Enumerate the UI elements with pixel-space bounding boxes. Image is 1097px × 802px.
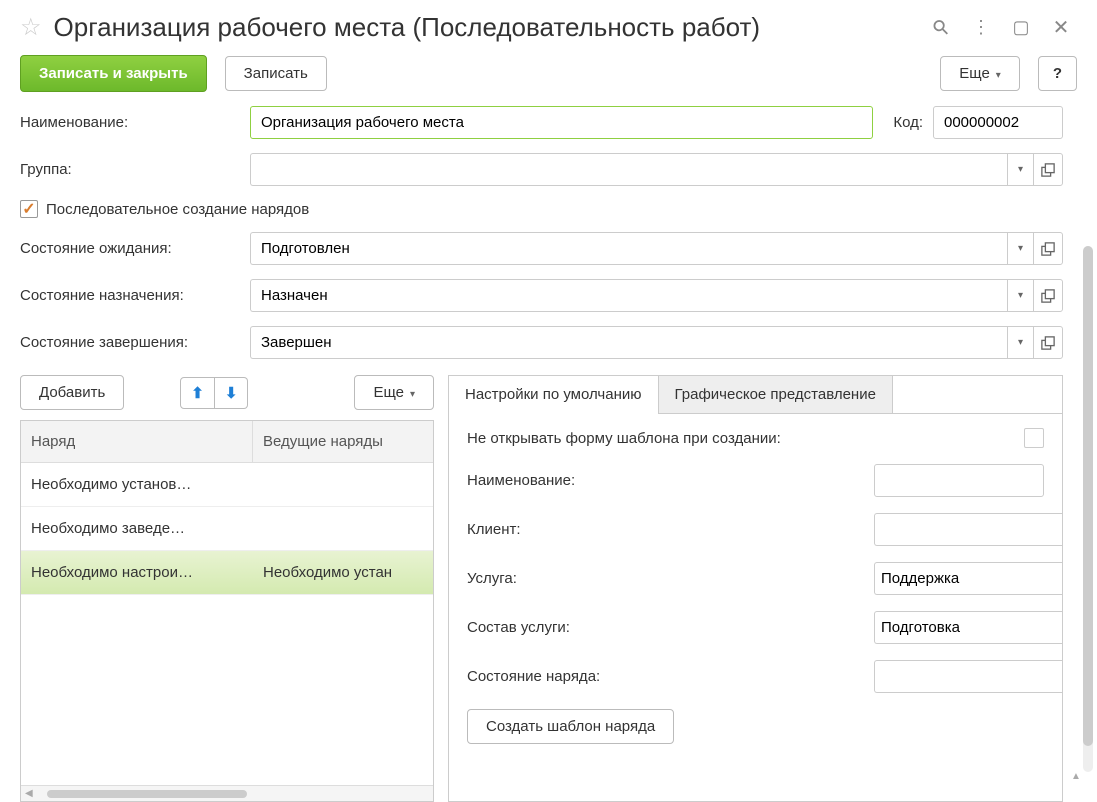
name-label: Наименование:: [20, 114, 240, 131]
group-open-icon[interactable]: [1033, 153, 1063, 186]
favorite-star-icon[interactable]: ☆: [20, 13, 42, 42]
complete-state-open-icon[interactable]: [1033, 326, 1063, 359]
save-button[interactable]: Записать: [225, 56, 327, 91]
r-service-comp-label: Состав услуги:: [467, 619, 657, 636]
left-more-button[interactable]: Еще ▾: [354, 375, 434, 410]
wait-state-label: Состояние ожидания:: [20, 240, 240, 257]
dont-open-checkbox[interactable]: [1024, 428, 1044, 448]
create-template-button[interactable]: Создать шаблон наряда: [467, 709, 674, 744]
add-button[interactable]: Добавить: [20, 375, 124, 410]
arrow-up-icon: ⬆: [191, 385, 204, 402]
sidebar-up-icon[interactable]: ▲: [1071, 771, 1081, 782]
left-more-label: Еще: [373, 384, 404, 401]
table-col-order[interactable]: Наряд: [21, 421, 253, 462]
window-title: Организация рабочего места (Последовател…: [54, 12, 919, 43]
scroll-thumb[interactable]: [47, 790, 247, 798]
complete-state-dropdown-icon[interactable]: ▾: [1007, 326, 1033, 359]
r-client-label: Клиент:: [467, 521, 657, 538]
arrow-down-icon: ⬇: [225, 385, 238, 402]
assign-state-label: Состояние назначения:: [20, 287, 240, 304]
name-input[interactable]: [250, 106, 873, 139]
complete-state-label: Состояние завершения:: [20, 334, 240, 351]
kebab-menu-icon[interactable]: ⋮: [971, 17, 991, 38]
tab-graphic[interactable]: Графическое представление: [658, 376, 893, 413]
complete-state-input[interactable]: [250, 326, 1007, 359]
r-name-label: Наименование:: [467, 472, 657, 489]
dont-open-label: Не открывать форму шаблона при создании:: [467, 430, 1008, 447]
r-order-state-label: Состояние наряда:: [467, 668, 657, 685]
table-row[interactable]: Необходимо установ…: [21, 463, 433, 507]
orders-table: Наряд Ведущие наряды Необходимо установ……: [20, 420, 434, 802]
table-cell: Необходимо настрои…: [21, 564, 253, 581]
table-row[interactable]: Необходимо настрои… Необходимо устан: [21, 551, 433, 595]
maximize-icon[interactable]: ▢: [1011, 17, 1031, 38]
caret-down-icon: ▾: [410, 389, 415, 400]
assign-state-open-icon[interactable]: [1033, 279, 1063, 312]
tab-defaults[interactable]: Настройки по умолчанию: [449, 376, 658, 414]
more-button[interactable]: Еще ▾: [940, 56, 1020, 91]
sequential-checkbox[interactable]: ✓: [20, 200, 38, 218]
table-cell: Необходимо устан: [253, 564, 433, 581]
code-label: Код:: [893, 114, 923, 131]
r-name-input[interactable]: [874, 464, 1044, 497]
r-service-comp-input[interactable]: [874, 611, 1062, 644]
close-icon[interactable]: ✕: [1051, 15, 1071, 40]
more-button-label: Еще: [959, 65, 990, 82]
move-up-button[interactable]: ⬆: [180, 377, 215, 409]
group-input[interactable]: [250, 153, 1007, 186]
table-row[interactable]: Необходимо заведе…: [21, 507, 433, 551]
r-order-state-input[interactable]: [874, 660, 1062, 693]
table-col-leading[interactable]: Ведущие наряды: [253, 421, 433, 462]
horizontal-scrollbar[interactable]: ◀: [21, 785, 433, 801]
table-cell: Необходимо установ…: [21, 476, 253, 493]
code-input[interactable]: [933, 106, 1063, 139]
help-button[interactable]: ?: [1038, 56, 1077, 91]
r-service-label: Услуга:: [467, 570, 657, 587]
r-service-input[interactable]: [874, 562, 1062, 595]
group-label: Группа:: [20, 161, 240, 178]
wait-state-dropdown-icon[interactable]: ▾: [1007, 232, 1033, 265]
table-cell: Необходимо заведе…: [21, 520, 253, 537]
r-client-input[interactable]: [874, 513, 1062, 546]
assign-state-input[interactable]: [250, 279, 1007, 312]
move-down-button[interactable]: ⬇: [215, 377, 249, 409]
scroll-left-icon[interactable]: ◀: [25, 788, 33, 799]
caret-down-icon: ▾: [996, 70, 1001, 81]
group-dropdown-icon[interactable]: ▾: [1007, 153, 1033, 186]
save-close-button[interactable]: Записать и закрыть: [20, 55, 207, 92]
vscroll-thumb[interactable]: [1083, 246, 1093, 746]
sequential-checkbox-label: Последовательное создание нарядов: [46, 201, 309, 218]
wait-state-open-icon[interactable]: [1033, 232, 1063, 265]
link-icon[interactable]: ⚲: [925, 12, 957, 44]
assign-state-dropdown-icon[interactable]: ▾: [1007, 279, 1033, 312]
vertical-scrollbar[interactable]: [1083, 246, 1093, 772]
wait-state-input[interactable]: [250, 232, 1007, 265]
